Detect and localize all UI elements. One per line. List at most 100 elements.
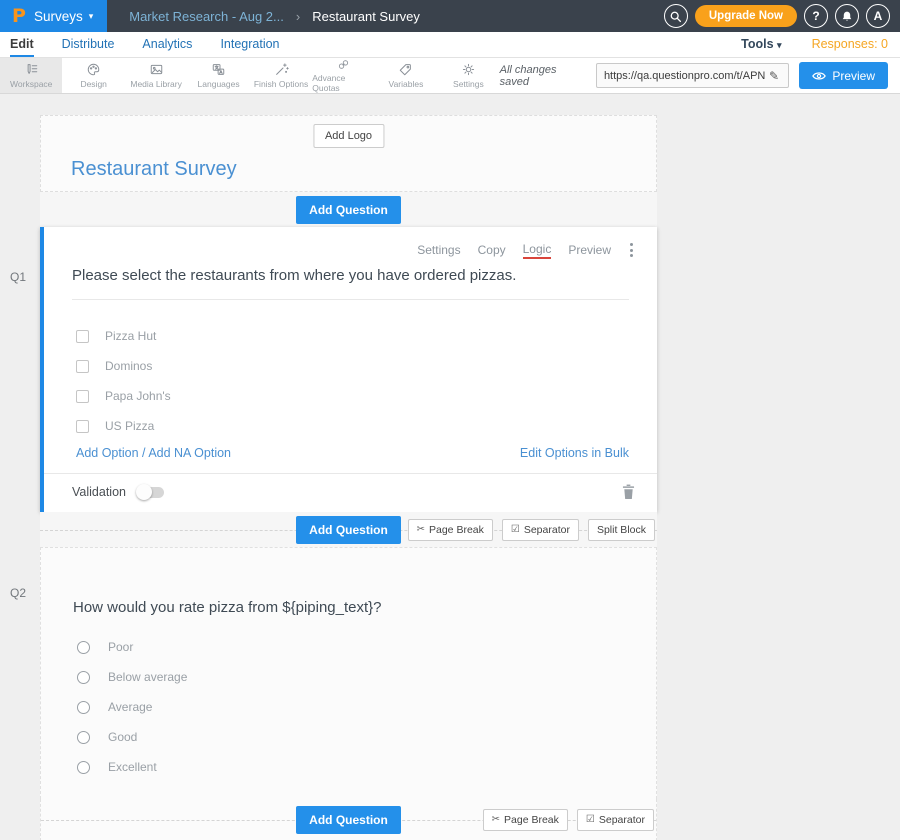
checkbox[interactable]	[76, 420, 89, 433]
add-question-strip-2: Add Question ✂ Page Break ☑ Separator Sp…	[40, 512, 657, 547]
image-icon	[149, 62, 164, 77]
option-row: Average	[77, 692, 628, 722]
responses-count[interactable]: Responses: 0	[812, 37, 888, 51]
toolbar-item-languages[interactable]: Languages	[187, 58, 249, 93]
survey-header-card[interactable]: Add Logo Restaurant Survey	[40, 115, 657, 192]
question-text-q2[interactable]: How would you rate pizza from ${piping_t…	[41, 548, 656, 616]
breadcrumb-survey-name[interactable]: Restaurant Survey	[312, 9, 420, 24]
question-footer: Validation	[44, 473, 657, 512]
toolbar-item-design[interactable]: Design	[62, 58, 124, 93]
main-nav-tabs: Edit Distribute Analytics Integration To…	[0, 32, 900, 58]
option-label[interactable]: Excellent	[108, 760, 157, 774]
radio-button[interactable]	[77, 641, 90, 654]
add-question-button[interactable]: Add Question	[296, 806, 401, 834]
add-question-button[interactable]: Add Question	[296, 516, 401, 544]
question-card-q1[interactable]: Settings Copy Logic Preview Please selec…	[40, 227, 657, 512]
option-row: Papa John's	[76, 381, 629, 411]
save-status: All changes saved	[500, 64, 586, 88]
breadcrumb-folder[interactable]: Market Research - Aug 2...	[129, 9, 284, 24]
nav-right-group: Tools ▾ Responses: 0	[741, 37, 900, 57]
question-menu: Settings Copy Logic Preview	[44, 227, 657, 259]
option-label[interactable]: Papa John's	[105, 389, 171, 403]
option-label[interactable]: Average	[108, 700, 152, 714]
question-logic-link[interactable]: Logic	[523, 242, 552, 259]
account-avatar[interactable]: A	[866, 4, 890, 28]
toolbar-item-finish-options[interactable]: Finish Options	[250, 58, 312, 93]
checkbox[interactable]	[76, 390, 89, 403]
radio-button[interactable]	[77, 701, 90, 714]
search-icon	[669, 10, 682, 23]
option-row: Below average	[77, 662, 628, 692]
option-label[interactable]: Good	[108, 730, 137, 744]
tag-icon	[398, 62, 413, 77]
add-logo-button[interactable]: Add Logo	[313, 124, 384, 148]
notifications-button[interactable]	[835, 4, 859, 28]
help-button[interactable]: ?	[804, 4, 828, 28]
toolbar-item-variables[interactable]: Variables	[375, 58, 437, 93]
top-bar: P Surveys ▾ Market Research - Aug 2... ›…	[0, 0, 900, 32]
toolbar-right-group: All changes saved ✎ Preview	[500, 58, 900, 93]
option-links-row: Add Option / Add NA Option Edit Options …	[76, 446, 629, 460]
upgrade-now-button[interactable]: Upgrade Now	[695, 5, 797, 27]
add-option-link[interactable]: Add Option	[76, 446, 139, 460]
separator-button[interactable]: ☑ Separator	[502, 519, 579, 541]
radio-button[interactable]	[77, 671, 90, 684]
search-button[interactable]	[664, 4, 688, 28]
question-preview-link[interactable]: Preview	[568, 243, 611, 257]
toolbar-item-advance-quotas[interactable]: Advance Quotas	[312, 58, 374, 93]
option-row: US Pizza	[76, 411, 629, 441]
survey-url-box: ✎	[596, 63, 789, 88]
product-name: Surveys	[34, 9, 83, 24]
surveys-product-menu[interactable]: P Surveys ▾	[0, 0, 107, 32]
edit-options-in-bulk-link[interactable]: Edit Options in Bulk	[520, 446, 629, 460]
split-block-button[interactable]: Split Block	[588, 519, 655, 541]
chain-link-icon	[336, 58, 351, 71]
question-copy-link[interactable]: Copy	[478, 243, 506, 257]
tab-analytics[interactable]: Analytics	[142, 37, 192, 57]
question-text-q1[interactable]: Please select the restaurants from where…	[72, 267, 629, 300]
checkbox[interactable]	[76, 360, 89, 373]
tab-integration[interactable]: Integration	[220, 37, 279, 57]
kebab-menu-icon[interactable]	[628, 241, 635, 259]
tab-distribute[interactable]: Distribute	[62, 37, 115, 57]
toggle-knob	[136, 484, 152, 500]
option-label[interactable]: US Pizza	[105, 419, 154, 433]
delete-question-button[interactable]	[622, 484, 635, 500]
add-question-button[interactable]: Add Question	[296, 196, 401, 224]
option-row: Good	[77, 722, 628, 752]
tab-edit[interactable]: Edit	[10, 37, 34, 57]
edit-url-pencil-icon[interactable]: ✎	[769, 69, 785, 83]
chevron-down-icon: ▾	[777, 40, 782, 50]
eye-icon	[812, 70, 826, 82]
checkbox-option-list: Pizza Hut Dominos Papa John's US Pizza	[76, 321, 629, 441]
radio-button[interactable]	[77, 731, 90, 744]
option-label[interactable]: Pizza Hut	[105, 329, 156, 343]
question-settings-link[interactable]: Settings	[417, 243, 460, 257]
chevron-down-icon: ▾	[89, 11, 94, 22]
checkbox[interactable]	[76, 330, 89, 343]
question-number-q2: Q2	[10, 586, 26, 600]
option-label[interactable]: Poor	[108, 640, 133, 654]
page-break-button[interactable]: ✂ Page Break	[483, 809, 568, 831]
toolbar-item-workspace[interactable]: Workspace	[0, 58, 62, 93]
magic-wand-icon	[274, 62, 289, 77]
tools-menu[interactable]: Tools ▾	[741, 37, 781, 51]
option-label[interactable]: Below average	[108, 670, 187, 684]
survey-title[interactable]: Restaurant Survey	[71, 158, 237, 181]
separator-icon: ☑	[586, 814, 595, 825]
separator-button[interactable]: ☑ Separator	[577, 809, 654, 831]
option-label[interactable]: Dominos	[105, 359, 152, 373]
option-row: Pizza Hut	[76, 321, 629, 351]
breadcrumb: Market Research - Aug 2... › Restaurant …	[129, 9, 420, 24]
validation-label: Validation	[72, 485, 126, 499]
preview-button[interactable]: Preview	[799, 62, 888, 89]
question-card-q2[interactable]: How would you rate pizza from ${piping_t…	[40, 547, 657, 799]
toolbar-item-media-library[interactable]: Media Library	[125, 58, 187, 93]
survey-url-input[interactable]	[597, 70, 769, 82]
toolbar-item-settings[interactable]: Settings	[437, 58, 499, 93]
add-na-option-link[interactable]: Add NA Option	[148, 446, 231, 460]
workspace-icon	[24, 62, 39, 77]
radio-button[interactable]	[77, 761, 90, 774]
validation-toggle[interactable]	[138, 487, 164, 498]
page-break-button[interactable]: ✂ Page Break	[408, 519, 493, 541]
